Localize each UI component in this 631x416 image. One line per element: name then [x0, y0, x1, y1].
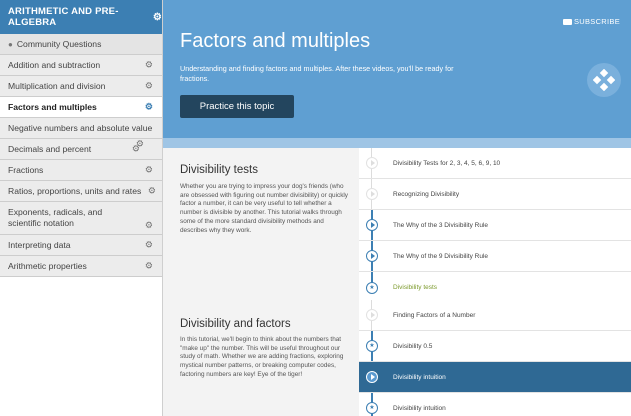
star-icon: ★: [366, 340, 378, 352]
sidebar-item-interpreting-data[interactable]: Interpreting data ⚙: [0, 235, 162, 256]
sidebar-item-exponents-radicals[interactable]: Exponents, radicals, and scientific nota…: [0, 202, 162, 235]
sidebar: ARITHMETIC AND PRE-ALGEBRA ⚙ ● Community…: [0, 0, 163, 416]
tutorial-item-label: The Why of the 3 Divisibility Rule: [393, 221, 489, 229]
gear-icon: ⚙: [144, 80, 153, 91]
play-icon: [366, 219, 378, 231]
gear-icon: ⚙: [144, 260, 153, 271]
gear-icon: ⚙: [144, 239, 153, 250]
subscribe-link[interactable]: SUBSCRIBE: [562, 17, 620, 26]
sidebar-item-label: Community Questions: [16, 39, 102, 49]
banner-strip: [163, 138, 631, 148]
sidebar-item-addition-subtraction[interactable]: Addition and subtraction ⚙: [0, 55, 162, 76]
tutorial-title: Divisibility and factors: [180, 318, 291, 330]
sidebar-item-fractions[interactable]: Fractions ⚙: [0, 160, 162, 181]
play-icon: [366, 371, 378, 383]
tutorial-title: Divisibility tests: [180, 164, 258, 176]
tutorial-item-label: Recognizing Divisibility: [393, 190, 460, 198]
sidebar-item-label: Interpreting data: [8, 240, 71, 250]
tutorial-item-exercise[interactable]: ★ Divisibility tests: [359, 272, 631, 303]
tutorial-item-video[interactable]: The Why of the 9 Divisibility Rule: [359, 241, 631, 272]
diamond-grid-icon: [593, 69, 615, 91]
sidebar-item-label: Exponents, radicals, and scientific nota…: [8, 207, 103, 228]
tutorial-item-label: Finding Factors of a Number: [393, 311, 476, 319]
sidebar-item-label: Ratios, proportions, units and rates: [8, 186, 142, 196]
sidebar-item-multiplication-division[interactable]: Multiplication and division ⚙: [0, 76, 162, 97]
tutorial-item-video[interactable]: Divisibility Tests for 2, 3, 4, 5, 6, 9,…: [359, 148, 631, 179]
tutorial-item-exercise[interactable]: ★ Divisibility 0.5: [359, 331, 631, 362]
topic-badge-icon: [587, 63, 621, 97]
tutorial-info: Divisibility and factors In this tutoria…: [163, 300, 359, 416]
sidebar-item-ratios-proportions[interactable]: Ratios, proportions, units and rates ⚙: [0, 181, 162, 202]
sidebar-item-label: Negative numbers and absolute value: [8, 123, 153, 133]
sidebar-header[interactable]: ARITHMETIC AND PRE-ALGEBRA ⚙: [0, 0, 162, 34]
gear-icon[interactable]: ⚙: [153, 12, 162, 23]
sidebar-item-label: Decimals and percent: [8, 144, 92, 154]
play-icon: [366, 157, 378, 169]
play-icon: [366, 309, 378, 321]
sidebar-item-community-questions[interactable]: ● Community Questions: [0, 34, 162, 55]
tutorial-items: Divisibility Tests for 2, 3, 4, 5, 6, 9,…: [359, 148, 631, 308]
gear-icon: ⚙: [144, 59, 153, 70]
subscribe-label: SUBSCRIBE: [573, 17, 620, 26]
tutorial-item-label: Divisibility intuition: [393, 373, 446, 381]
play-icon: [366, 188, 378, 200]
sidebar-item-negative-numbers[interactable]: Negative numbers and absolute value: [0, 118, 162, 139]
tutorial-item-video[interactable]: Recognizing Divisibility: [359, 179, 631, 210]
tutorial-item-label: Divisibility intuition: [393, 404, 446, 412]
sidebar-item-label: Factors and multiples: [8, 102, 97, 112]
star-icon: ★: [366, 402, 378, 414]
sidebar-item-arithmetic-properties[interactable]: Arithmetic properties ⚙: [0, 256, 162, 277]
tutorial-list: Divisibility tests Whether you are tryin…: [163, 148, 631, 416]
tutorial-divisibility-tests: Divisibility tests Whether you are tryin…: [163, 148, 631, 309]
sidebar-item-label: Addition and subtraction: [8, 60, 101, 70]
sidebar-item-factors-multiples[interactable]: Factors and multiples ⚙: [0, 97, 162, 118]
sidebar-item-label: Fractions: [8, 165, 44, 175]
tutorial-item-exercise[interactable]: ★ Divisibility intuition: [359, 393, 631, 416]
gear-icon: ⚙: [135, 138, 144, 149]
sidebar-item-decimals-percent[interactable]: Decimals and percent ⚙ ⚙: [0, 139, 162, 160]
topic-banner: SUBSCRIBE Factors and multiples Understa…: [163, 0, 631, 138]
gear-icon: ⚙: [144, 101, 153, 112]
gear-icon: ⚙: [147, 185, 156, 196]
tutorial-items: Finding Factors of a Number ★ Divisibili…: [359, 300, 631, 416]
tutorial-divisibility-factors: Divisibility and factors In this tutoria…: [163, 300, 631, 416]
gear-icon: ⚙: [144, 220, 153, 230]
sidebar-item-label: Arithmetic properties: [8, 261, 87, 271]
speech-bubble-icon: ●: [8, 39, 13, 49]
mail-icon: [562, 18, 572, 25]
tutorial-item-video-selected[interactable]: Divisibility intuition: [359, 362, 631, 393]
practice-topic-button[interactable]: Practice this topic: [180, 95, 294, 118]
star-icon: ★: [366, 281, 378, 294]
sidebar-item-label: Multiplication and division: [8, 81, 106, 91]
tutorial-item-video[interactable]: The Why of the 3 Divisibility Rule: [359, 210, 631, 241]
page-title: Factors and multiples: [180, 30, 371, 52]
tutorial-item-label: Divisibility tests: [393, 284, 438, 291]
tutorial-info: Divisibility tests Whether you are tryin…: [163, 148, 359, 308]
tutorial-item-video[interactable]: Finding Factors of a Number: [359, 300, 631, 331]
topic-description: Understanding and finding factors and mu…: [180, 64, 454, 83]
gear-icon: ⚙: [144, 164, 153, 175]
tutorial-item-label: Divisibility 0.5: [393, 342, 433, 350]
tutorial-description: Whether you are trying to impress your d…: [180, 183, 349, 234]
sidebar-header-label: ARITHMETIC AND PRE-ALGEBRA: [8, 6, 119, 28]
play-icon: [366, 250, 378, 262]
page: ARITHMETIC AND PRE-ALGEBRA ⚙ ● Community…: [0, 0, 631, 416]
tutorial-description: In this tutorial, we'll begin to think a…: [180, 336, 344, 378]
tutorial-item-label: The Why of the 9 Divisibility Rule: [393, 252, 489, 260]
tutorial-item-label: Divisibility Tests for 2, 3, 4, 5, 6, 9,…: [393, 159, 501, 167]
